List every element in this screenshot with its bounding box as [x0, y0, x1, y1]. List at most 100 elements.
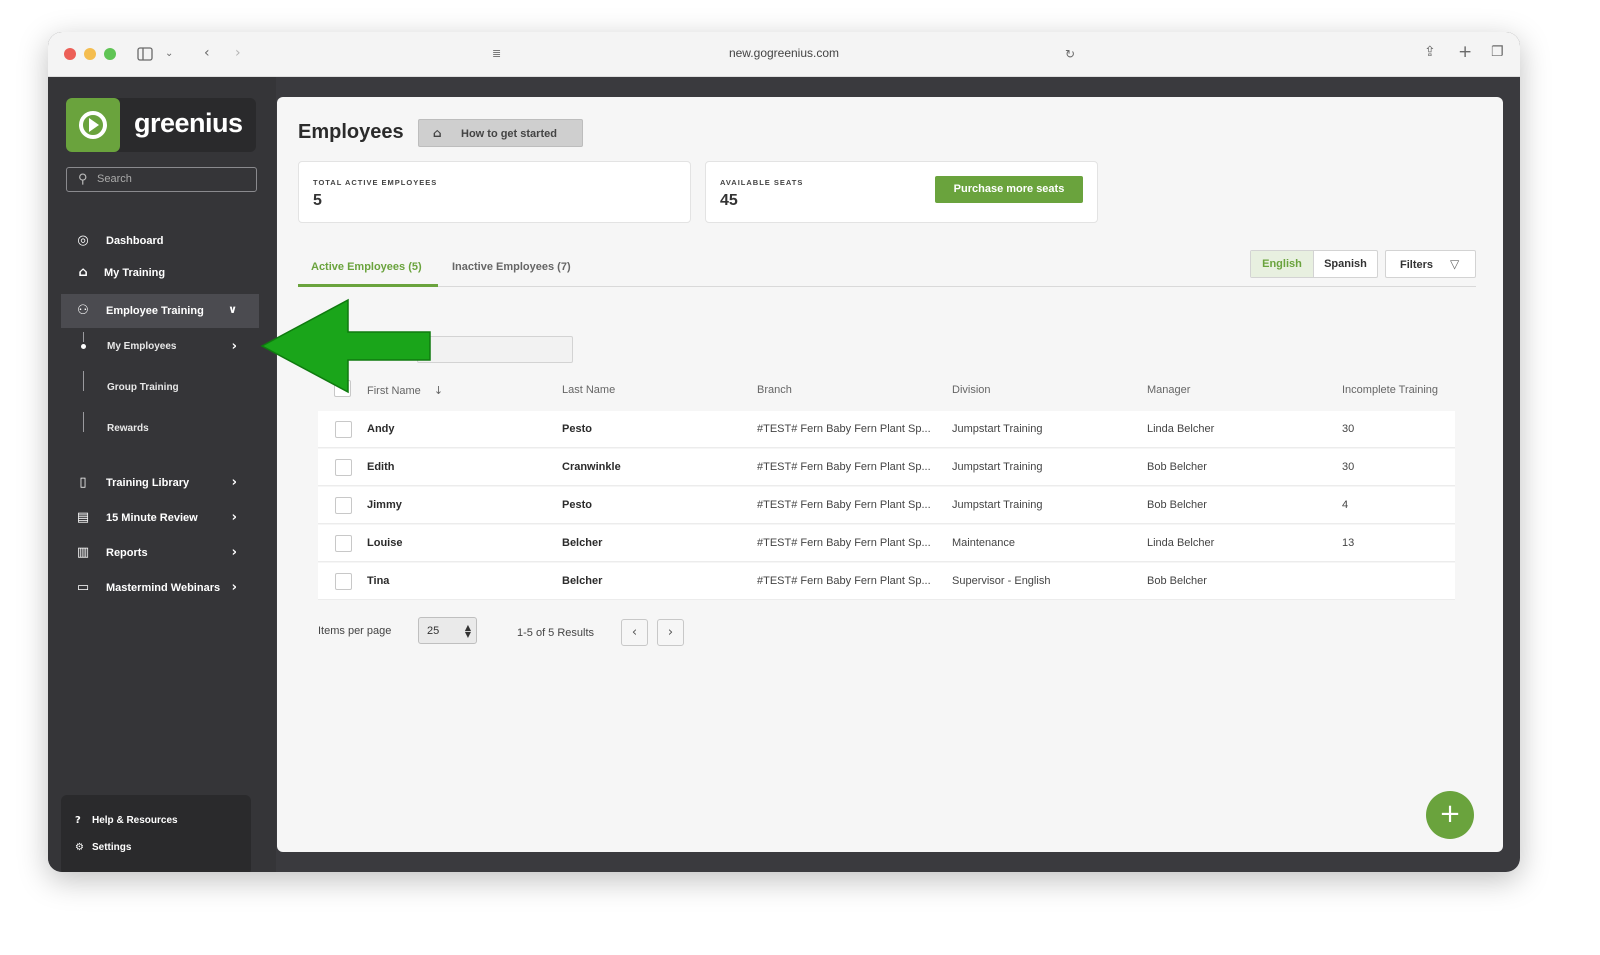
sidebar-search-input[interactable]: ⚲ Search — [66, 167, 257, 192]
chevron-right-icon: › — [231, 580, 237, 595]
filters-label: Filters — [1400, 259, 1434, 271]
logo[interactable]: greenius — [66, 98, 256, 152]
chevron-right-icon: › — [231, 475, 237, 490]
table-search-input[interactable] — [417, 336, 573, 363]
sidebar-item-label: My Training — [104, 267, 166, 279]
sidebar-toggle-icon[interactable] — [137, 47, 153, 64]
close-window-button[interactable] — [64, 48, 76, 60]
cell-first-name: Tina — [367, 575, 390, 587]
stat-value: 5 — [313, 192, 322, 209]
purchase-more-seats-button[interactable]: Purchase more seats — [935, 176, 1083, 203]
stat-value: 45 — [720, 192, 738, 209]
row-checkbox[interactable] — [335, 535, 352, 552]
cell-first-name: Louise — [367, 537, 403, 549]
column-header-division[interactable]: Division — [952, 384, 991, 396]
help-label: Help & Resources — [92, 815, 178, 826]
sidebar-item-15-minute-review[interactable]: ▤ 15 Minute Review › — [61, 501, 259, 535]
search-placeholder: Search — [97, 173, 132, 185]
language-toggle: English Spanish — [1250, 250, 1378, 278]
cell-branch: #TEST# Fern Baby Fern Plant Sp... — [757, 575, 931, 587]
column-header-branch[interactable]: Branch — [757, 384, 792, 396]
chevron-down-icon[interactable]: ⌄ — [165, 47, 173, 61]
table-row[interactable]: Edith Cranwinkle #TEST# Fern Baby Fern P… — [318, 449, 1455, 486]
settings-link[interactable]: ⚙ Settings — [75, 842, 131, 853]
sidebar-item-label: Mastermind Webinars — [106, 582, 221, 594]
tab-overview-icon[interactable]: ❐ — [1491, 45, 1504, 59]
cell-branch: #TEST# Fern Baby Fern Plant Sp... — [757, 461, 931, 473]
sidebar-item-my-training[interactable]: ⌂ My Training — [61, 256, 259, 290]
cell-branch: #TEST# Fern Baby Fern Plant Sp... — [757, 499, 931, 511]
active-tab-indicator — [298, 284, 438, 287]
chevron-down-icon: ∨ — [228, 303, 237, 316]
back-icon[interactable]: ‹ — [204, 46, 210, 60]
language-spanish-button[interactable]: Spanish — [1314, 251, 1377, 277]
share-icon[interactable]: ⇪ — [1424, 45, 1436, 59]
new-tab-icon[interactable]: + — [1458, 44, 1472, 61]
sidebar-item-label: 15 Minute Review — [106, 512, 198, 524]
sidebar-subitem-group-training[interactable]: Group Training — [61, 371, 259, 405]
sidebar-item-dashboard[interactable]: ◎ Dashboard — [61, 224, 259, 258]
column-header-last-name[interactable]: Last Name — [562, 384, 615, 396]
reload-icon[interactable]: ↻ — [1065, 47, 1075, 61]
available-seats-card: AVAILABLE SEATS 45 Purchase more seats — [705, 161, 1098, 223]
table-row[interactable]: Tina Belcher #TEST# Fern Baby Fern Plant… — [318, 563, 1455, 600]
address-bar[interactable]: new.gogreenius.com — [608, 46, 960, 60]
next-page-button[interactable]: › — [657, 619, 684, 646]
browser-window: ⌄ ‹ › ≣ new.gogreenius.com ↻ ⇪ + ❐ green… — [48, 32, 1520, 872]
cell-first-name: Edith — [367, 461, 395, 473]
document-icon: ▤ — [76, 510, 90, 525]
items-per-page-select[interactable]: 25 ▲ ▼ — [418, 617, 477, 644]
tab-inactive-employees[interactable]: Inactive Employees (7) — [452, 261, 571, 273]
items-per-page-label: Items per page — [318, 625, 392, 637]
table-row[interactable]: Andy Pesto #TEST# Fern Baby Fern Plant S… — [318, 411, 1455, 448]
row-checkbox[interactable] — [335, 573, 352, 590]
cell-manager: Bob Belcher — [1147, 499, 1207, 511]
row-checkbox[interactable] — [335, 421, 352, 438]
language-english-button[interactable]: English — [1251, 251, 1314, 277]
sidebar-subitem-label: Group Training — [107, 382, 179, 393]
cell-incomplete-training: 4 — [1342, 499, 1349, 511]
row-checkbox[interactable] — [335, 497, 352, 514]
page-menu-icon[interactable]: ≣ — [492, 47, 501, 61]
chevron-right-icon: › — [231, 510, 237, 525]
graduation-cap-icon: ⌂ — [78, 265, 88, 280]
main-content: Employees ⌂ How to get started TOTAL ACT… — [277, 97, 1503, 852]
cell-manager: Linda Belcher — [1147, 423, 1215, 435]
cell-incomplete-training: 30 — [1342, 423, 1355, 435]
column-header-manager[interactable]: Manager — [1147, 384, 1190, 396]
filters-button[interactable]: Filters ▽ — [1385, 250, 1476, 278]
sidebar-item-training-library[interactable]: ▯ Training Library › — [61, 466, 259, 500]
sidebar-item-employee-training[interactable]: ⚇ Employee Training ∨ — [61, 294, 259, 328]
minimize-window-button[interactable] — [84, 48, 96, 60]
add-employee-button[interactable]: + — [1426, 791, 1474, 839]
forward-icon[interactable]: › — [235, 46, 241, 60]
column-header-incomplete-training[interactable]: Incomplete Training — [1342, 384, 1438, 396]
sidebar-item-reports[interactable]: ▥ Reports › — [61, 536, 259, 570]
cell-last-name: Belcher — [562, 575, 603, 587]
greenius-logo-icon — [66, 98, 120, 152]
tabs-divider — [298, 286, 1476, 287]
how-to-get-started-button[interactable]: ⌂ How to get started — [418, 119, 583, 147]
row-checkbox[interactable] — [335, 459, 352, 476]
book-open-icon: ▯ — [79, 475, 87, 490]
cell-first-name: Jimmy — [367, 499, 402, 511]
cell-incomplete-training: 30 — [1342, 461, 1355, 473]
tab-active-employees[interactable]: Active Employees (5) — [311, 261, 422, 273]
sidebar-subitem-my-employees[interactable]: My Employees › — [61, 330, 259, 364]
help-resources-link[interactable]: ? Help & Resources — [75, 815, 178, 826]
cell-division: Supervisor - English — [952, 575, 1051, 587]
select-arrows-icon: ▲ ▼ — [464, 623, 471, 639]
previous-page-button[interactable]: ‹ — [621, 619, 648, 646]
results-count: 1-5 of 5 Results — [517, 627, 595, 639]
sidebar-item-mastermind-webinars[interactable]: ▭ Mastermind Webinars › — [61, 571, 259, 605]
graduation-cap-icon: ⌂ — [433, 126, 442, 140]
sidebar-subitem-rewards[interactable]: Rewards — [61, 412, 259, 446]
annotation-arrow-icon — [260, 298, 431, 394]
table-row[interactable]: Jimmy Pesto #TEST# Fern Baby Fern Plant … — [318, 487, 1455, 524]
users-icon: ⚇ — [77, 303, 89, 318]
maximize-window-button[interactable] — [104, 48, 116, 60]
cell-last-name: Belcher — [562, 537, 603, 549]
help-circle-icon: ? — [75, 815, 81, 826]
cell-incomplete-training: 13 — [1342, 537, 1355, 549]
table-row[interactable]: Louise Belcher #TEST# Fern Baby Fern Pla… — [318, 525, 1455, 562]
